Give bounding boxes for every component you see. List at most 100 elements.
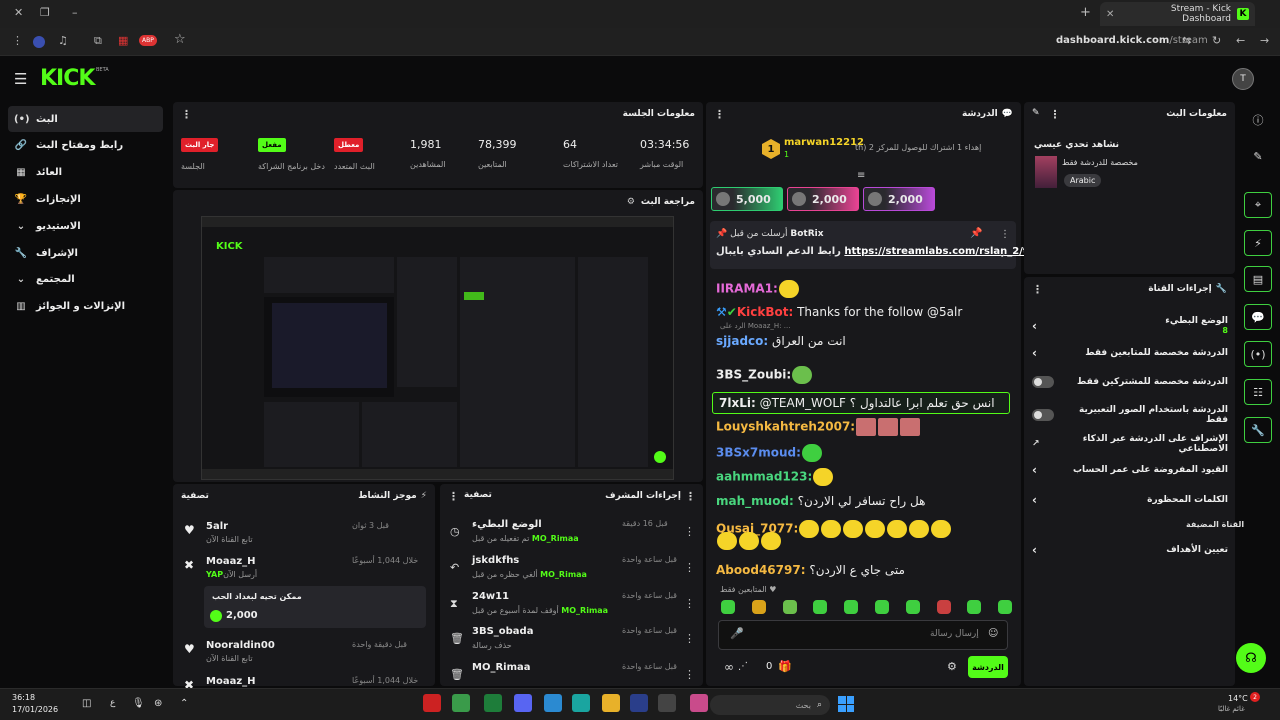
chat-icon[interactable]: 💬 — [1244, 304, 1272, 330]
chat-username[interactable]: mah_muod: — [716, 494, 794, 508]
extension-icon[interactable] — [33, 36, 45, 48]
channel-setting-row[interactable]: الدردشة باستخدام الصور التعبيرية فقط — [1032, 405, 1228, 425]
back-icon[interactable]: → — [1260, 34, 1269, 47]
sidebar-item-4[interactable]: ⌄ الاستيديو — [8, 213, 163, 239]
chat-username[interactable]: aahmmad123: — [716, 470, 812, 484]
tab-close-icon[interactable]: ✕ — [1106, 9, 1114, 20]
bookmark-star-icon[interactable]: ☆ — [174, 32, 186, 47]
activity-user[interactable]: Moaaz_H — [206, 676, 256, 687]
emote-picker-icon[interactable] — [967, 600, 982, 614]
gift-tier[interactable]: 2,000 — [787, 187, 859, 211]
toggle-switch[interactable] — [1032, 409, 1054, 421]
modaction-menu-icon[interactable]: ⋮ — [684, 597, 695, 610]
pinned-menu-icon[interactable]: ⋮ — [1000, 229, 1010, 240]
modaction-target[interactable]: MO_Rimaa — [472, 662, 531, 673]
preview-settings-icon[interactable]: ⚙ — [627, 197, 635, 207]
chat-username[interactable]: 7lxLi: — [719, 396, 756, 410]
channel-setting-row[interactable]: الدردشة مخصصة للمتابعين فقط › — [1032, 346, 1228, 360]
set-targets-row[interactable]: تعيين الأهداف › — [1032, 543, 1228, 557]
clock-date[interactable]: 17/01/2026 — [12, 705, 58, 714]
modaction-moderator[interactable]: MO_Rimaa — [540, 570, 587, 579]
modaction-moderator[interactable]: MO_Rimaa — [532, 534, 579, 543]
edit-icon[interactable]: ✎ — [1032, 108, 1040, 121]
close-window-icon[interactable]: ✕ — [14, 6, 23, 19]
modaction-target[interactable]: 3BS_obada — [472, 626, 533, 637]
edit-icon[interactable]: ✎ — [1244, 143, 1272, 169]
modactions-menu-icon[interactable]: ⋮ — [685, 490, 696, 503]
activity-user[interactable]: 5alr — [206, 521, 228, 532]
channel-setting-row[interactable]: الإشراف على الدردشة عبر الذكاء الاصطناعي… — [1032, 434, 1228, 454]
avatar[interactable]: T — [1232, 68, 1254, 90]
modaction-target[interactable]: 24w11 — [472, 591, 509, 602]
modaction-menu-icon[interactable]: ⋮ — [684, 525, 695, 538]
activity-user[interactable]: Nooraldin00 — [206, 640, 275, 651]
chat-send-button[interactable]: الدردشة — [968, 656, 1008, 678]
channel-setting-row[interactable]: القيود المفروضة على عمر الحساب › — [1032, 463, 1228, 477]
gift-tier[interactable]: 2,000 — [863, 187, 935, 211]
sidebar-item-2[interactable]: ▦ العائد — [8, 160, 163, 186]
info-icon[interactable]: ⓘ — [1244, 107, 1272, 133]
modaction-target[interactable]: الوضع البطيء — [472, 519, 542, 530]
start-icon[interactable] — [838, 696, 854, 712]
terminal-icon[interactable] — [484, 694, 502, 712]
stream-info-menu-icon[interactable]: ⋮ — [1050, 108, 1061, 121]
sidebar-item-7[interactable]: ▥ الإنزالات و الجوائز — [8, 294, 163, 320]
sidebar-item-6[interactable]: ⌄ المجتمع — [8, 267, 163, 293]
mic-icon[interactable]: 🎤 — [730, 627, 744, 640]
sidebar-item-0[interactable]: (•) البث — [8, 106, 163, 132]
explorer-icon[interactable] — [602, 694, 620, 712]
extension3-icon[interactable]: ▦ — [118, 34, 128, 47]
capture-icon[interactable]: ⌖ — [1244, 192, 1272, 218]
extension2-icon[interactable]: ♫ — [58, 34, 68, 47]
hamburger-menu-icon[interactable]: ☰ — [14, 70, 27, 88]
support-headset-icon[interactable]: ☊ — [1236, 643, 1266, 673]
discord-icon[interactable] — [514, 694, 532, 712]
modaction-menu-icon[interactable]: ⋮ — [684, 632, 695, 645]
forward-icon[interactable]: ← — [1236, 34, 1245, 47]
activity-user[interactable]: Moaaz_H — [206, 556, 256, 567]
modaction-menu-icon[interactable]: ⋮ — [684, 668, 695, 681]
lightning-icon[interactable]: ⚡ — [1244, 230, 1272, 256]
tray-chevron-icon[interactable]: ⌃ — [180, 698, 188, 709]
taskview-icon[interactable] — [658, 694, 676, 712]
abp-icon[interactable]: ABP — [139, 35, 157, 46]
emoji-icon[interactable]: ☺ — [988, 628, 998, 639]
top-gifter-name[interactable]: marwan12212 — [784, 137, 864, 148]
chrome-icon[interactable] — [452, 694, 470, 712]
menu-dots-icon[interactable]: ⋮ — [12, 34, 23, 47]
broadcast-icon[interactable]: (•) — [1244, 341, 1272, 367]
emote-picker-icon[interactable] — [782, 600, 797, 614]
site-settings-icon[interactable]: ⇆ — [1182, 34, 1191, 47]
chat-username[interactable]: IIRAMA1: — [716, 282, 778, 296]
emote-picker-icon[interactable] — [813, 600, 828, 614]
photoshop-icon[interactable] — [630, 694, 648, 712]
wrench-icon[interactable]: 🔧 — [1244, 417, 1272, 443]
toggle-switch[interactable] — [1032, 376, 1054, 388]
modactions-filter-button[interactable]: تصفية — [464, 490, 492, 503]
collapse-icon[interactable]: ≡ — [857, 170, 865, 181]
extensions-icon[interactable]: ⧉ — [94, 34, 102, 48]
activity-filter-button[interactable]: تصفية — [181, 491, 209, 501]
edge-icon[interactable] — [572, 694, 590, 712]
chat-username[interactable]: Louyshkahtreh2007: — [716, 420, 855, 434]
store-icon[interactable] — [544, 694, 562, 712]
modaction-menu-icon[interactable]: ⋮ — [684, 561, 695, 574]
clock-time[interactable]: 36:18 — [12, 693, 35, 702]
chat-settings-icon[interactable]: ⚙ — [947, 660, 957, 673]
share-icon[interactable]: ⋰ — [738, 661, 748, 672]
modaction-target[interactable]: jskdkfhs — [472, 555, 519, 566]
emote-picker-icon[interactable] — [936, 600, 951, 614]
flowers-icon[interactable] — [690, 694, 708, 712]
microphone-icon[interactable]: 🎙 — [132, 698, 145, 709]
kick-logo[interactable]: KICK — [40, 66, 95, 91]
session-menu-icon[interactable]: ⋮ — [181, 108, 192, 121]
chevron-down-icon[interactable]: ⌄ — [998, 249, 1006, 260]
stream-category[interactable]: مخصصة للدردشة فقط — [1062, 158, 1138, 167]
language-indicator[interactable]: ع — [110, 698, 115, 708]
gift-tier[interactable]: 5,000 — [711, 187, 783, 211]
sidebar-item-3[interactable]: 🏆 الإنجازات — [8, 186, 163, 212]
chat-menu-icon[interactable]: ⋮ — [714, 108, 725, 121]
sidebar-item-5[interactable]: 🔧 الإشراف — [8, 240, 163, 266]
app-red-icon[interactable] — [423, 694, 441, 712]
channel-actions-menu-icon[interactable]: ⋮ — [1032, 283, 1043, 296]
